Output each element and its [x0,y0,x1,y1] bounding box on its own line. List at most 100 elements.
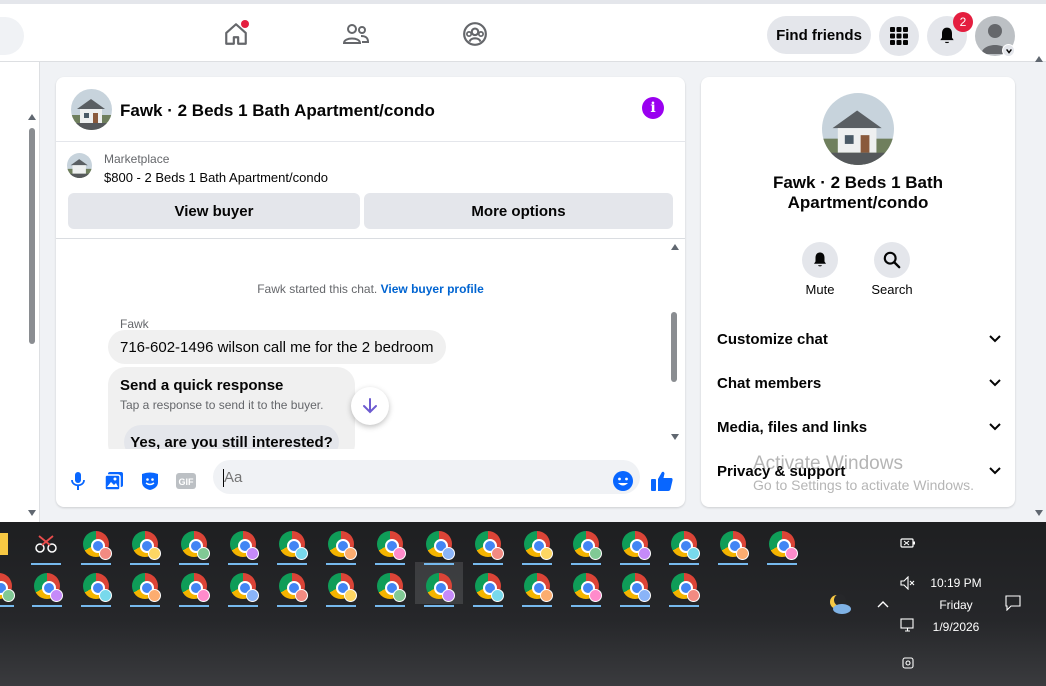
right-scroll-down-arrow[interactable] [1035,510,1043,516]
notifications-button[interactable]: 2 [927,12,973,56]
page-scroll-up-arrow[interactable] [28,114,36,120]
chrome-window-button[interactable] [469,568,507,607]
more-options-button[interactable]: More options [364,193,673,229]
running-indicator [81,563,111,565]
chrome-window-button[interactable] [273,526,311,565]
chrome-window-button[interactable] [420,568,458,607]
show-hidden-icons-button[interactable] [876,597,890,611]
chrome-window-button[interactable] [371,568,409,607]
message-bubble[interactable]: 716-602-1496 wilson call me for the 2 be… [108,330,446,364]
quick-response-option[interactable]: Yes, are you still interested? [124,425,339,449]
chrome-window-button[interactable] [175,526,213,565]
notification-count-badge: 2 [953,12,973,32]
customize-chat-section[interactable]: Customize chat [717,321,1001,357]
chevron-down-icon [1005,48,1012,54]
message-input[interactable] [213,460,640,494]
search-in-chat-button[interactable] [874,242,910,278]
device-icon[interactable] [899,655,917,671]
chrome-window-button[interactable] [126,526,164,565]
chrome-icon [132,531,161,560]
search-box-stub[interactable] [0,17,24,55]
chrome-window-button[interactable] [665,526,703,565]
chat-title[interactable]: Fawk · 2 Beds 1 Bath Apartment/condo [120,101,435,121]
privacy-support-section[interactable]: Privacy & support [717,453,1001,489]
chrome-window-button[interactable] [714,526,752,565]
view-buyer-profile-link[interactable]: View buyer profile [381,282,484,296]
taskbar-app-button[interactable] [0,526,10,562]
running-indicator [473,563,503,565]
chrome-window-button[interactable] [616,526,654,565]
sticker-button[interactable] [138,469,162,493]
chrome-window-button[interactable] [175,568,213,607]
chrome-window-button[interactable] [567,568,605,607]
house-photo-icon [67,153,92,178]
view-buyer-button[interactable]: View buyer [68,193,360,229]
clock-time[interactable]: 10:19 PM [926,576,986,590]
running-indicator [228,605,258,607]
like-button[interactable] [650,469,674,493]
chrome-window-button[interactable] [77,526,115,565]
chrome-window-button[interactable] [224,568,262,607]
arrow-down-icon [363,398,377,414]
chrome-window-button[interactable] [28,568,66,607]
info-listing-photo[interactable] [822,93,894,165]
listing-photo[interactable] [71,89,112,130]
network-icon[interactable] [899,617,917,633]
chrome-window-button[interactable] [518,526,556,565]
profile-badge-icon [246,547,259,560]
chrome-window-button[interactable] [518,568,556,607]
action-center-button[interactable] [1004,595,1022,611]
page-scroll-down-arrow[interactable] [28,510,36,516]
volume-muted-icon[interactable] [899,575,917,591]
attach-photo-button[interactable] [102,469,126,493]
chrome-window-button[interactable] [567,526,605,565]
chat-scroll-up-arrow[interactable] [671,244,679,250]
chrome-icon [132,573,161,602]
friends-nav-button[interactable] [340,18,372,50]
right-scroll-up-arrow[interactable] [1035,56,1043,62]
page-right-scrollbar[interactable] [1032,62,1046,522]
search-icon [883,251,901,269]
profile-badge-icon [99,589,112,602]
chat-info-panel: Fawk · 2 Beds 1 Bath Apartment/condo Mut… [701,77,1015,507]
chrome-icon [328,531,357,560]
listing-price-title[interactable]: $800 - 2 Beds 1 Bath Apartment/condo [104,170,328,185]
account-menu-chevron[interactable] [1002,44,1015,57]
chrome-icon [524,573,553,602]
chat-members-section[interactable]: Chat members [717,365,1001,401]
chat-scrollbar-thumb[interactable] [671,312,677,382]
scroll-to-bottom-button[interactable] [351,387,389,425]
chrome-window-button[interactable] [469,526,507,565]
chrome-window-button[interactable] [763,526,801,565]
chrome-window-button[interactable] [0,568,18,607]
emoji-button[interactable] [611,469,635,493]
media-files-links-section[interactable]: Media, files and links [717,409,1001,445]
clock-date[interactable]: 1/9/2026 [926,620,986,634]
chrome-window-button[interactable] [322,526,360,565]
find-friends-button[interactable]: Find friends [767,16,871,54]
chevron-down-icon [989,379,1001,387]
chrome-window-button[interactable] [371,526,409,565]
battery-status-icon[interactable] [899,535,917,551]
chrome-window-button[interactable] [420,526,458,565]
home-nav-button[interactable] [220,18,252,50]
page-scrollbar-thumb[interactable] [29,128,35,344]
chrome-window-button[interactable] [126,568,164,607]
gif-button[interactable]: GIF [174,469,198,493]
menu-button[interactable] [879,16,919,56]
chat-info-button[interactable]: i [642,97,664,119]
groups-nav-button[interactable] [459,18,491,50]
chrome-window-button[interactable] [224,526,262,565]
chat-scroll-down-arrow[interactable] [671,434,679,440]
voice-clip-button[interactable] [66,469,90,493]
chrome-window-button[interactable] [77,568,115,607]
chrome-icon [230,531,259,560]
clock-day[interactable]: Friday [926,598,986,612]
mute-button[interactable] [802,242,838,278]
chrome-window-button[interactable] [616,568,654,607]
chrome-window-button[interactable] [322,568,360,607]
taskbar-app-button[interactable] [27,526,65,565]
chrome-window-button[interactable] [273,568,311,607]
weather-widget[interactable] [826,592,854,616]
chrome-window-button[interactable] [665,568,703,607]
